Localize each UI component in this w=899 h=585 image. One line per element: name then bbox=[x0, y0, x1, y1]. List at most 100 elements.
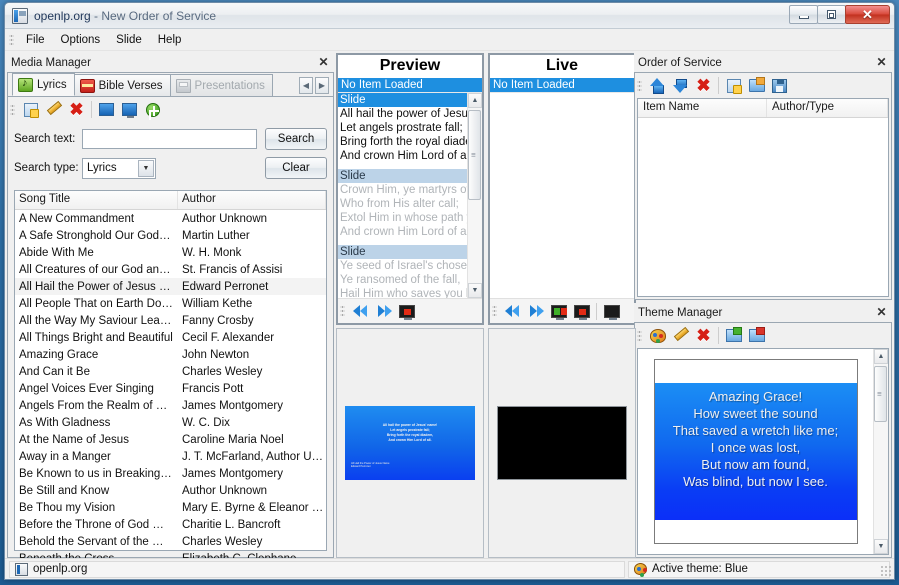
tab-scroll-right-button[interactable]: ▶ bbox=[315, 77, 329, 94]
tab-bible-verses[interactable]: Bible Verses bbox=[73, 74, 171, 96]
new-service-button[interactable] bbox=[723, 75, 744, 96]
table-row[interactable]: All the Way My Saviour Lea… Fanny Crosby bbox=[15, 312, 326, 329]
live-slide-list[interactable] bbox=[490, 92, 634, 298]
table-row[interactable]: Be Thou my Vision Mary E. Byrne & Eleanor… bbox=[15, 499, 326, 516]
slide-text-line[interactable]: Hail Him who saves you by bbox=[338, 287, 467, 298]
resize-grip[interactable] bbox=[880, 565, 892, 577]
add-to-service-button[interactable] bbox=[142, 99, 163, 120]
menu-options[interactable]: Options bbox=[53, 32, 109, 48]
live-blank-button[interactable] bbox=[571, 301, 592, 322]
table-row[interactable]: All Hail the Power of Jesus … Edward Perr… bbox=[15, 278, 326, 295]
slide-text-line[interactable]: And crown Him Lord of all. bbox=[338, 149, 467, 163]
theme-list-scrollbar[interactable]: ▲ ▼ bbox=[873, 349, 888, 554]
preview-scroll-down-button[interactable]: ▼ bbox=[468, 283, 482, 298]
move-item-up-button[interactable] bbox=[647, 75, 668, 96]
table-row[interactable]: As With Gladness W. C. Dix bbox=[15, 414, 326, 431]
export-theme-button[interactable] bbox=[746, 325, 767, 346]
table-row[interactable]: All Things Bright and Beautiful Cecil F. … bbox=[15, 329, 326, 346]
theme-scroll-track[interactable] bbox=[874, 364, 888, 539]
table-row[interactable]: Angels From the Realm of … James Montgome… bbox=[15, 397, 326, 414]
column-header-item-name[interactable]: Item Name bbox=[638, 99, 767, 117]
table-row[interactable]: Abide With Me W. H. Monk bbox=[15, 244, 326, 261]
search-type-dropdown[interactable]: Lyrics ▼ bbox=[82, 157, 156, 179]
tab-presentations[interactable]: Presentations bbox=[169, 74, 273, 96]
order-of-service-list[interactable]: Item Name Author/Type bbox=[637, 98, 889, 297]
preview-next-button[interactable] bbox=[373, 301, 394, 322]
search-input[interactable] bbox=[82, 129, 257, 149]
live-song-button[interactable] bbox=[119, 99, 140, 120]
edit-song-button[interactable] bbox=[43, 99, 64, 120]
preview-song-button[interactable] bbox=[96, 99, 117, 120]
table-row[interactable]: At the Name of Jesus Caroline Maria Noel bbox=[15, 431, 326, 448]
menu-slide[interactable]: Slide bbox=[108, 32, 150, 48]
theme-scroll-up-button[interactable]: ▲ bbox=[874, 349, 888, 364]
live-black-button[interactable] bbox=[601, 301, 622, 322]
move-item-down-button[interactable] bbox=[670, 75, 691, 96]
theme-list[interactable]: Amazing Grace! How sweet the sound That … bbox=[637, 348, 889, 555]
tab-scroll-left-button[interactable]: ◀ bbox=[299, 77, 313, 94]
preview-scroll-track[interactable] bbox=[468, 108, 482, 283]
toolbar-drag-handle[interactable] bbox=[10, 102, 15, 117]
os-toolbar-drag-handle[interactable] bbox=[637, 78, 642, 93]
slide-header[interactable]: Slide bbox=[338, 245, 467, 259]
slide-text-line[interactable]: Extol Him in whose path y bbox=[338, 211, 467, 225]
slide-text-line[interactable]: Crown Him, ye martyrs of bbox=[338, 183, 467, 197]
preview-previous-button[interactable] bbox=[350, 301, 371, 322]
new-theme-button[interactable] bbox=[647, 325, 668, 346]
preview-scroll-thumb[interactable] bbox=[468, 110, 481, 200]
table-row[interactable]: Be Known to us in Breaking… James Montgom… bbox=[15, 465, 326, 482]
live-previous-button[interactable] bbox=[502, 301, 523, 322]
table-row[interactable]: Angel Voices Ever Singing Francis Pott bbox=[15, 380, 326, 397]
theme-thumbnail-blue[interactable]: Amazing Grace! How sweet the sound That … bbox=[653, 359, 858, 544]
preview-scroll-up-button[interactable]: ▲ bbox=[468, 93, 482, 108]
search-button[interactable]: Search bbox=[265, 128, 327, 150]
menu-help[interactable]: Help bbox=[150, 32, 190, 48]
table-row[interactable]: All Creatures of our God an… St. Francis … bbox=[15, 261, 326, 278]
menu-file[interactable]: File bbox=[18, 32, 53, 48]
preview-slide-list[interactable]: Slide All hail the power of Jesus Let ange… bbox=[338, 92, 482, 298]
column-header-song-title[interactable]: Song Title bbox=[15, 191, 178, 209]
slide-text-line[interactable]: Ye ransomed of the fall, bbox=[338, 273, 467, 287]
clear-button[interactable]: Clear bbox=[265, 157, 327, 179]
close-window-button[interactable]: ✕ bbox=[845, 5, 890, 24]
table-row[interactable]: Before the Throne of God … Charitie L. Ba… bbox=[15, 516, 326, 533]
slide-text-line[interactable]: Let angels prostrate fall; bbox=[338, 121, 467, 135]
import-theme-button[interactable] bbox=[723, 325, 744, 346]
media-manager-close-button[interactable]: ✕ bbox=[317, 55, 330, 68]
delete-item-button[interactable]: ✖ bbox=[693, 75, 714, 96]
live-toolbar-drag-handle[interactable] bbox=[492, 304, 497, 318]
preview-to-live-button[interactable] bbox=[396, 301, 417, 322]
slide-text-line[interactable]: Bring forth the royal diade bbox=[338, 135, 467, 149]
delete-song-button[interactable]: ✖ bbox=[66, 99, 87, 120]
theme-manager-close-button[interactable]: ✕ bbox=[875, 305, 888, 318]
minimize-button[interactable] bbox=[789, 5, 818, 24]
theme-thumbnail-area[interactable]: Amazing Grace! How sweet the sound That … bbox=[638, 349, 873, 554]
order-of-service-close-button[interactable]: ✕ bbox=[875, 55, 888, 68]
delete-theme-button[interactable]: ✖ bbox=[693, 325, 714, 346]
menu-drag-handle[interactable] bbox=[9, 32, 14, 47]
table-row[interactable]: A Safe Stronghold Our God… Martin Luther bbox=[15, 227, 326, 244]
table-row[interactable]: Be Still and Know Author Unknown bbox=[15, 482, 326, 499]
new-song-button[interactable] bbox=[20, 99, 41, 120]
table-row[interactable]: All People That on Earth Do… William Keth… bbox=[15, 295, 326, 312]
table-row[interactable]: A New Commandment Author Unknown bbox=[15, 210, 326, 227]
live-next-button[interactable] bbox=[525, 301, 546, 322]
column-header-author[interactable]: Author bbox=[178, 191, 326, 209]
live-show-button[interactable] bbox=[548, 301, 569, 322]
theme-scroll-thumb[interactable] bbox=[874, 366, 887, 422]
tm-toolbar-drag-handle[interactable] bbox=[637, 328, 642, 343]
tab-lyrics[interactable]: Lyrics bbox=[12, 73, 75, 96]
maximize-button[interactable] bbox=[817, 5, 846, 24]
column-header-author-type[interactable]: Author/Type bbox=[767, 99, 888, 117]
slide-text-line[interactable]: Who from His alter call; bbox=[338, 197, 467, 211]
slide-header[interactable]: Slide bbox=[338, 169, 467, 183]
save-service-button[interactable] bbox=[769, 75, 790, 96]
slide-text-line[interactable]: All hail the power of Jesus bbox=[338, 107, 467, 121]
preview-scrollbar[interactable]: ▲ ▼ bbox=[467, 93, 482, 298]
open-service-button[interactable] bbox=[746, 75, 767, 96]
slide-text-line[interactable]: Ye seed of Israel's chosen bbox=[338, 259, 467, 273]
table-row[interactable]: And Can it Be Charles Wesley bbox=[15, 363, 326, 380]
table-row[interactable]: Amazing Grace John Newton bbox=[15, 346, 326, 363]
table-row[interactable]: Away in a Manger J. T. McFarland, Author … bbox=[15, 448, 326, 465]
slide-header[interactable]: Slide bbox=[338, 93, 467, 107]
